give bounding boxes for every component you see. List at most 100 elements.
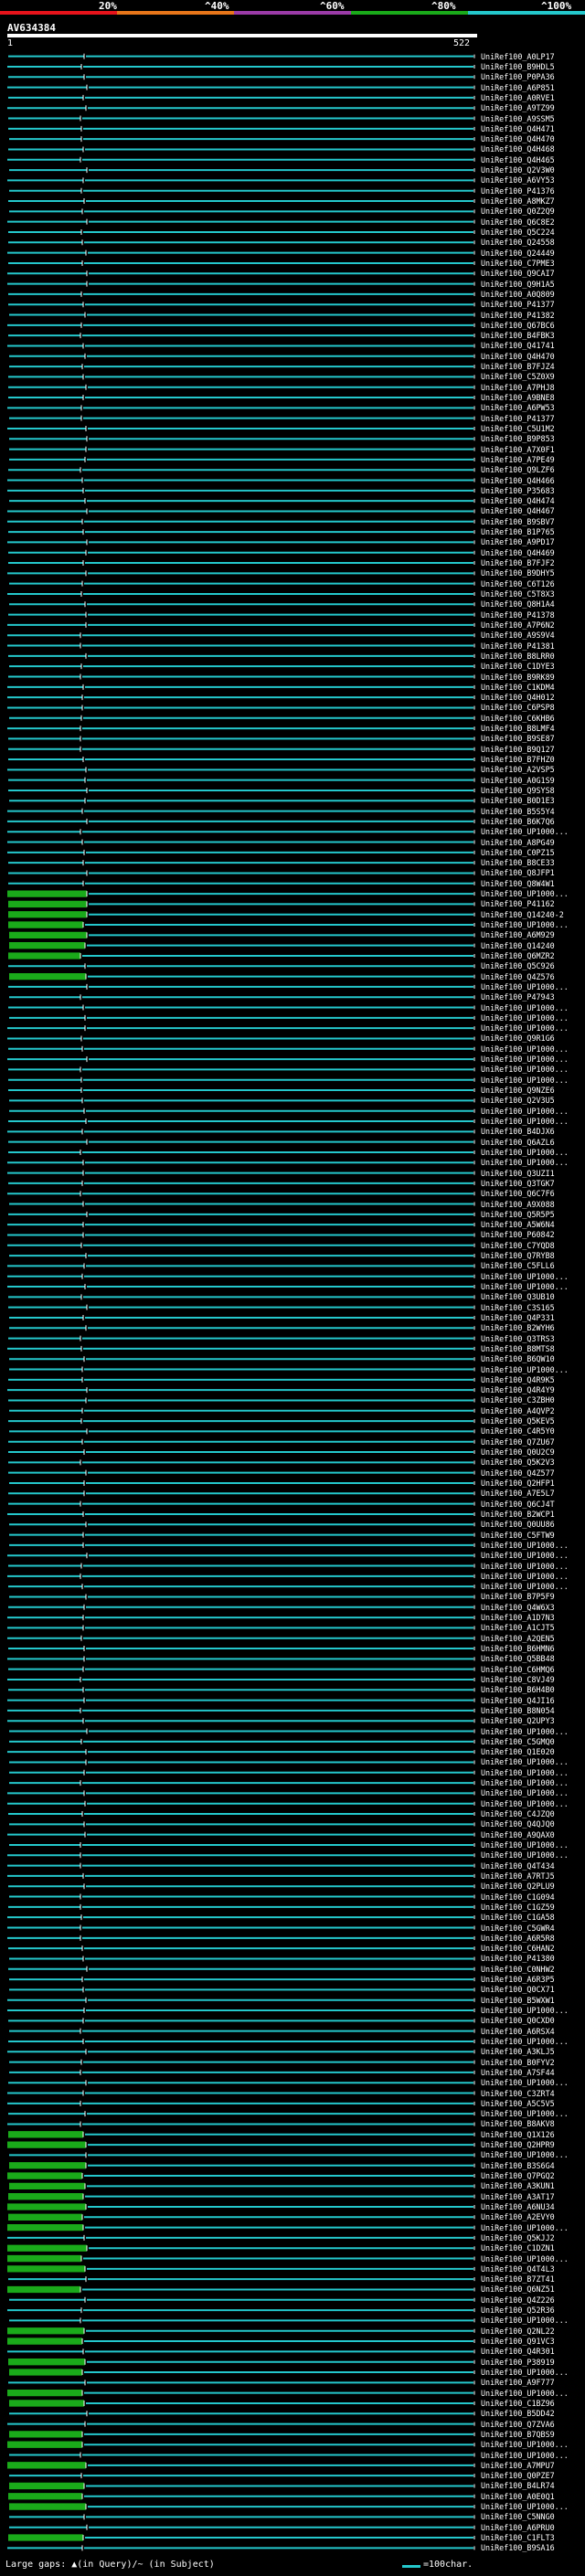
hit-label[interactable]: UniRef100_UP1000... xyxy=(481,1840,569,1850)
hit-label[interactable]: UniRef100_Q6NZ51 xyxy=(481,2284,555,2294)
hit-label[interactable]: UniRef100_A7X0F1 xyxy=(481,445,555,454)
hit-label[interactable]: UniRef100_C5NNG0 xyxy=(481,2512,555,2521)
hit-label[interactable]: UniRef100_Q6C7F6 xyxy=(481,1189,555,1198)
hit-label[interactable]: UniRef100_B0FYV2 xyxy=(481,2058,555,2067)
hit-label[interactable]: UniRef100_UP1000... xyxy=(481,982,569,991)
hit-label[interactable]: UniRef100_Q0UU86 xyxy=(481,1520,555,1529)
hit-label[interactable]: UniRef100_B8AKV8 xyxy=(481,2119,555,2128)
hit-label[interactable]: UniRef100_P41377 xyxy=(481,300,555,309)
hit-label[interactable]: UniRef100_A2EVY0 xyxy=(481,2212,555,2221)
hit-label[interactable]: UniRef100_B8N054 xyxy=(481,1706,555,1715)
hit-label[interactable]: UniRef100_Q5C224 xyxy=(481,228,555,237)
hit-label[interactable]: UniRef100_B9SE87 xyxy=(481,734,555,743)
hit-label[interactable]: UniRef100_B7FHZ0 xyxy=(481,755,555,764)
hit-label[interactable]: UniRef100_UP1000... xyxy=(481,1282,569,1291)
hit-label[interactable]: UniRef100_Q4R9K5 xyxy=(481,1375,555,1384)
hit-label[interactable]: UniRef100_UP1000... xyxy=(481,1562,569,1571)
hit-label[interactable]: UniRef100_A7SF44 xyxy=(481,2068,555,2077)
hit-label[interactable]: UniRef100_Q5KJJ2 xyxy=(481,2233,555,2242)
hit-label[interactable]: UniRef100_UP1000... xyxy=(481,827,569,836)
hit-label[interactable]: UniRef100_Q4H474 xyxy=(481,496,555,505)
hit-label[interactable]: UniRef100_Q2HFP1 xyxy=(481,1479,555,1488)
hit-label[interactable]: UniRef100_Q9H1A5 xyxy=(481,280,555,289)
hit-label[interactable]: UniRef100_B3S6G4 xyxy=(481,2161,555,2170)
hit-label[interactable]: UniRef100_C5U1M2 xyxy=(481,424,555,433)
hit-label[interactable]: UniRef100_A7MPU7 xyxy=(481,2461,555,2470)
hit-label[interactable]: UniRef100_Q0U2C9 xyxy=(481,1447,555,1457)
hit-label[interactable]: UniRef100_UP1000... xyxy=(481,1582,569,1591)
hit-label[interactable]: UniRef100_A7RTJ5 xyxy=(481,1871,555,1881)
hit-label[interactable]: UniRef100_A7P6N2 xyxy=(481,620,555,630)
hit-label[interactable]: UniRef100_C5Z0X9 xyxy=(481,372,555,381)
hit-label[interactable]: UniRef100_C8VJ49 xyxy=(481,1675,555,1684)
hit-label[interactable]: UniRef100_Q4T4L3 xyxy=(481,2264,555,2274)
hit-label[interactable]: UniRef100_C3ZRT4 xyxy=(481,2089,555,2098)
hit-label[interactable]: UniRef100_C1DZN1 xyxy=(481,2243,555,2253)
hit-label[interactable]: UniRef100_B5WXW1 xyxy=(481,1996,555,2005)
hit-label[interactable]: UniRef100_A3KLJ5 xyxy=(481,2047,555,2056)
hit-label[interactable]: UniRef100_Q91VC3 xyxy=(481,2337,555,2346)
hit-label[interactable]: UniRef100_B7P5F9 xyxy=(481,1592,555,1601)
hit-label[interactable]: UniRef100_Q14240 xyxy=(481,941,555,950)
hit-label[interactable]: UniRef100_UP1000... xyxy=(481,1572,569,1581)
hit-label[interactable]: UniRef100_A9F777 xyxy=(481,2378,555,2387)
hit-label[interactable]: UniRef100_C5FLL6 xyxy=(481,1261,555,1270)
hit-label[interactable]: UniRef100_P41382 xyxy=(481,311,555,320)
hit-label[interactable]: UniRef100_Q2NL22 xyxy=(481,2327,555,2336)
hit-label[interactable]: UniRef100_UP1000... xyxy=(481,1757,569,1766)
hit-label[interactable]: UniRef100_Q4H471 xyxy=(481,124,555,133)
hit-label[interactable]: UniRef100_B8MTS8 xyxy=(481,1344,555,1353)
hit-label[interactable]: UniRef100_UP1000... xyxy=(481,2037,569,2046)
hit-label[interactable]: UniRef100_UP1000... xyxy=(481,2389,569,2398)
hit-label[interactable]: UniRef100_Q9LZF6 xyxy=(481,465,555,474)
hit-label[interactable]: UniRef100_UP1000... xyxy=(481,1107,569,1116)
hit-label[interactable]: UniRef100_A7E5L7 xyxy=(481,1489,555,1498)
hit-label[interactable]: UniRef100_Q0Z2Q9 xyxy=(481,207,555,216)
hit-label[interactable]: UniRef100_Q5R5P5 xyxy=(481,1210,555,1219)
hit-label[interactable]: UniRef100_P38919 xyxy=(481,2358,555,2367)
hit-label[interactable]: UniRef100_Q4W6X3 xyxy=(481,1603,555,1612)
hit-label[interactable]: UniRef100_A4QVP2 xyxy=(481,1406,555,1415)
hit-label[interactable]: UniRef100_B6K7Q6 xyxy=(481,817,555,826)
hit-label[interactable]: UniRef100_Q9CAI7 xyxy=(481,269,555,278)
hit-label[interactable]: UniRef100_C0PZ15 xyxy=(481,848,555,857)
hit-label[interactable]: UniRef100_B6QW10 xyxy=(481,1354,555,1363)
hit-label[interactable]: UniRef100_Q4T434 xyxy=(481,1861,555,1871)
hit-label[interactable]: UniRef100_UP1000... xyxy=(481,1778,569,1787)
hit-label[interactable]: UniRef100_UP1000... xyxy=(481,2368,569,2377)
hit-label[interactable]: UniRef100_C6HMQ6 xyxy=(481,1665,555,1674)
hit-label[interactable]: UniRef100_Q1X126 xyxy=(481,2130,555,2139)
hit-label[interactable]: UniRef100_UP1000... xyxy=(481,1551,569,1560)
hit-label[interactable]: UniRef100_P41381 xyxy=(481,641,555,651)
hit-label[interactable]: UniRef100_C5GMQ0 xyxy=(481,1737,555,1746)
hit-label[interactable]: UniRef100_Q4H467 xyxy=(481,506,555,515)
hit-label[interactable]: UniRef100_Q4Z576 xyxy=(481,972,555,981)
hit-label[interactable]: UniRef100_Q2HPR9 xyxy=(481,2140,555,2149)
hit-label[interactable]: UniRef100_C6KHB6 xyxy=(481,714,555,723)
hit-label[interactable]: UniRef100_Q3TGK7 xyxy=(481,1179,555,1188)
hit-label[interactable]: UniRef100_A9PD17 xyxy=(481,537,555,546)
hit-label[interactable]: UniRef100_UP1000... xyxy=(481,2254,569,2263)
hit-label[interactable]: UniRef100_C6PSP8 xyxy=(481,703,555,712)
hit-label[interactable]: UniRef100_A8PG49 xyxy=(481,838,555,847)
hit-label[interactable]: UniRef100_UP1000... xyxy=(481,889,569,898)
hit-label[interactable]: UniRef100_Q8W4W1 xyxy=(481,879,555,888)
hit-label[interactable]: UniRef100_Q6CJ4T xyxy=(481,1500,555,1509)
hit-label[interactable]: UniRef100_UP1000... xyxy=(481,1023,569,1033)
hit-label[interactable]: UniRef100_Q6AZL6 xyxy=(481,1138,555,1147)
hit-label[interactable]: UniRef100_UP1000... xyxy=(481,1148,569,1157)
hit-label[interactable]: UniRef100_A0G1S9 xyxy=(481,776,555,785)
hit-label[interactable]: UniRef100_A6NU34 xyxy=(481,2202,555,2211)
hit-label[interactable]: UniRef100_C1FLT3 xyxy=(481,2533,555,2542)
hit-label[interactable]: UniRef100_Q0PZE7 xyxy=(481,2471,555,2480)
hit-label[interactable]: UniRef100_A6PRU0 xyxy=(481,2523,555,2532)
hit-label[interactable]: UniRef100_C3S165 xyxy=(481,1303,555,1312)
hit-label[interactable]: UniRef100_Q0CX71 xyxy=(481,1985,555,1994)
hit-label[interactable]: UniRef100_P35683 xyxy=(481,486,555,495)
hit-label[interactable]: UniRef100_Q4H465 xyxy=(481,155,555,164)
hit-label[interactable]: UniRef100_UP1000... xyxy=(481,1044,569,1054)
hit-label[interactable]: UniRef100_Q7ZVA6 xyxy=(481,2420,555,2429)
hit-label[interactable]: UniRef100_UP1000... xyxy=(481,2150,569,2159)
hit-label[interactable]: UniRef100_A5W6N4 xyxy=(481,1220,555,1229)
hit-label[interactable]: UniRef100_UP1000... xyxy=(481,1850,569,1860)
